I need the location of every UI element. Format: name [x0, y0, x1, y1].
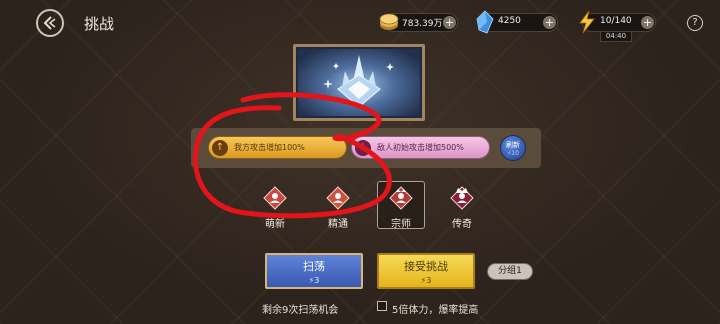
- buff-modifier: ↑ 我方攻击增加100%: [208, 136, 347, 159]
- bonus-option-label: 5倍体力，爆率提高: [392, 305, 479, 316]
- expert-badge-icon: [326, 186, 350, 210]
- sweep-button[interactable]: 扫荡 ⚡3: [265, 253, 363, 289]
- energy-value: 10/140: [600, 16, 632, 26]
- difficulty-novice[interactable]: 萌新: [255, 186, 295, 230]
- accept-challenge-button[interactable]: 接受挑战 ⚡3: [377, 253, 475, 289]
- energy-counter: 10/140 +: [579, 10, 656, 34]
- legend-badge-icon: [450, 186, 474, 210]
- debuff-modifier: ↓ 敌人初始攻击增加500%: [351, 136, 490, 159]
- challenge-cost: ⚡3: [420, 276, 432, 285]
- page-title: 挑战: [84, 15, 115, 33]
- novice-badge-icon: [263, 186, 287, 210]
- top-bar: 挑战 783.39万 + 4250 + 10/140 + 04:40 ?: [0, 0, 720, 44]
- sweep-remaining-text: 剩余9次扫荡机会: [262, 305, 339, 316]
- lightning-icon: [579, 10, 595, 34]
- energy-timer: 04:40: [600, 31, 632, 42]
- gold-coin-icon: [379, 13, 399, 30]
- add-gems-button[interactable]: +: [543, 16, 556, 29]
- add-energy-button[interactable]: +: [641, 16, 654, 29]
- bonus-checkbox[interactable]: [377, 301, 387, 311]
- refresh-cost: ⚡10: [507, 150, 519, 157]
- add-gold-button[interactable]: +: [443, 16, 456, 29]
- difficulty-label: 传奇: [452, 219, 472, 230]
- challenge-artwork: [298, 49, 420, 116]
- debuff-text: 敌人初始攻击增加500%: [377, 143, 464, 152]
- back-arrow-icon: [43, 16, 56, 30]
- refresh-button[interactable]: 刷新 ⚡10: [500, 135, 526, 161]
- sweep-label: 扫荡: [303, 260, 325, 273]
- difficulty-label: 宗师: [391, 219, 411, 230]
- refresh-label: 刷新: [506, 141, 520, 149]
- gem-counter: 4250 +: [476, 10, 558, 34]
- master-badge-icon: [389, 186, 413, 210]
- difficulty-legend[interactable]: 传奇: [442, 186, 482, 230]
- refresh-cost-value: 10: [511, 150, 519, 157]
- arrow-down-icon: ↓: [355, 140, 371, 156]
- gold-counter: 783.39万 +: [379, 13, 458, 32]
- challenge-banner: [293, 44, 425, 121]
- difficulty-label: 精通: [328, 219, 348, 230]
- sweep-cost-value: 3: [314, 276, 320, 285]
- gem-value: 4250: [498, 16, 521, 26]
- arrow-up-icon: ↑: [212, 140, 228, 156]
- group-button[interactable]: 分组1: [487, 263, 533, 280]
- buff-text: 我方攻击增加100%: [234, 143, 305, 152]
- difficulty-master[interactable]: 宗师: [377, 181, 425, 230]
- crystal-sword-icon: [323, 55, 394, 108]
- blue-crystal-icon: [476, 10, 494, 34]
- challenge-cost-value: 3: [426, 276, 432, 285]
- difficulty-label: 萌新: [265, 219, 285, 230]
- difficulty-expert[interactable]: 精通: [318, 186, 358, 230]
- challenge-label: 接受挑战: [404, 260, 448, 273]
- help-button[interactable]: ?: [687, 15, 703, 31]
- back-button[interactable]: [36, 9, 64, 37]
- sweep-cost: ⚡3: [308, 276, 320, 285]
- gold-value: 783.39万: [402, 19, 443, 29]
